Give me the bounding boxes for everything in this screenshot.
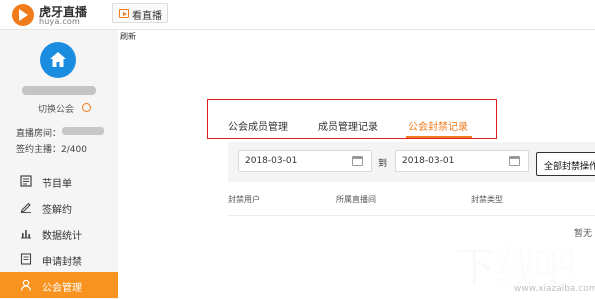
top-bar: 虎牙直播 huya.com 看直播 xyxy=(0,0,595,30)
sidebar-item-label: 签解约 xyxy=(42,205,72,216)
column-header: 封禁用户 xyxy=(228,195,260,204)
column-header: 封禁类型 xyxy=(471,195,503,204)
sidebar-item-program-list[interactable]: 节目单 xyxy=(0,168,118,194)
watch-live-label: 看直播 xyxy=(132,11,162,22)
column-header: 所属直播间 xyxy=(336,195,376,204)
document-icon xyxy=(20,253,32,265)
ban-operation-select[interactable]: 全部封禁操作 xyxy=(536,152,595,176)
guild-name-redacted xyxy=(22,86,96,95)
play-icon xyxy=(119,9,129,18)
sidebar-item-contracts[interactable]: 签解约 xyxy=(0,194,118,220)
sidebar-item-label: 申请封禁 xyxy=(42,257,82,268)
bar-chart-icon xyxy=(21,230,31,239)
end-date-input[interactable]: 2018-03-01 xyxy=(395,150,529,172)
sidebar-menu: 节目单 签解约 数据统计 申请封禁 公会管理 xyxy=(0,168,118,298)
tab-member-records[interactable]: 成员管理记录 xyxy=(318,118,378,133)
live-room-redacted xyxy=(62,127,104,135)
table-header: 封禁用户 所属直播间 封禁类型 xyxy=(228,188,595,216)
guild-avatar xyxy=(40,42,76,78)
logo-domain: huya.com xyxy=(39,17,81,26)
sidebar-item-label: 公会管理 xyxy=(42,283,82,294)
active-tab-indicator xyxy=(406,136,472,138)
home-icon xyxy=(50,52,66,67)
end-date-value: 2018-03-01 xyxy=(402,156,455,166)
tab-ban-records[interactable]: 公会封禁记录 xyxy=(408,118,468,133)
calendar-icon[interactable] xyxy=(509,156,520,166)
refresh-link[interactable]: 刷新 xyxy=(120,31,136,42)
sidebar-item-label: 数据统计 xyxy=(42,231,82,242)
watch-live-button[interactable]: 看直播 xyxy=(112,3,168,23)
user-icon xyxy=(20,279,32,291)
watermark-domain: www.xiazaiba.com xyxy=(514,284,595,294)
calendar-icon[interactable] xyxy=(352,156,363,166)
switch-guild-link[interactable]: 切换公会 xyxy=(38,102,74,115)
site-watermark: 下载吧 www.xiazaiba.com xyxy=(450,234,595,299)
tabs-highlight-box: 公会成员管理 成员管理记录 公会封禁记录 xyxy=(207,99,497,139)
list-icon xyxy=(20,175,32,187)
pen-icon xyxy=(20,202,31,213)
start-date-value: 2018-03-01 xyxy=(245,156,298,166)
huya-logo[interactable]: 虎牙直播 huya.com xyxy=(12,4,112,26)
sidebar-item-guild-management[interactable]: 公会管理 xyxy=(0,272,118,298)
refresh-icon[interactable] xyxy=(82,103,91,112)
huya-logo-icon xyxy=(12,4,34,26)
start-date-input[interactable]: 2018-03-01 xyxy=(238,150,372,172)
sidebar-item-ban-request[interactable]: 申请封禁 xyxy=(0,246,118,272)
sidebar: 切换公会 直播房间： 签约主播：2/400 节目单 签解约 数据统计 申请封禁 … xyxy=(0,30,118,299)
sidebar-item-statistics[interactable]: 数据统计 xyxy=(0,220,118,246)
signed-hosts-count: 签约主播：2/400 xyxy=(16,145,87,155)
filter-bar: 2018-03-01 到 2018-03-01 全部封禁操作 xyxy=(228,142,595,182)
live-room-label: 直播房间： xyxy=(16,129,62,139)
date-range-separator: 到 xyxy=(378,159,388,169)
sidebar-item-label: 节目单 xyxy=(42,179,72,190)
ban-operation-selected: 全部封禁操作 xyxy=(544,162,595,172)
tab-guild-members[interactable]: 公会成员管理 xyxy=(228,118,288,133)
